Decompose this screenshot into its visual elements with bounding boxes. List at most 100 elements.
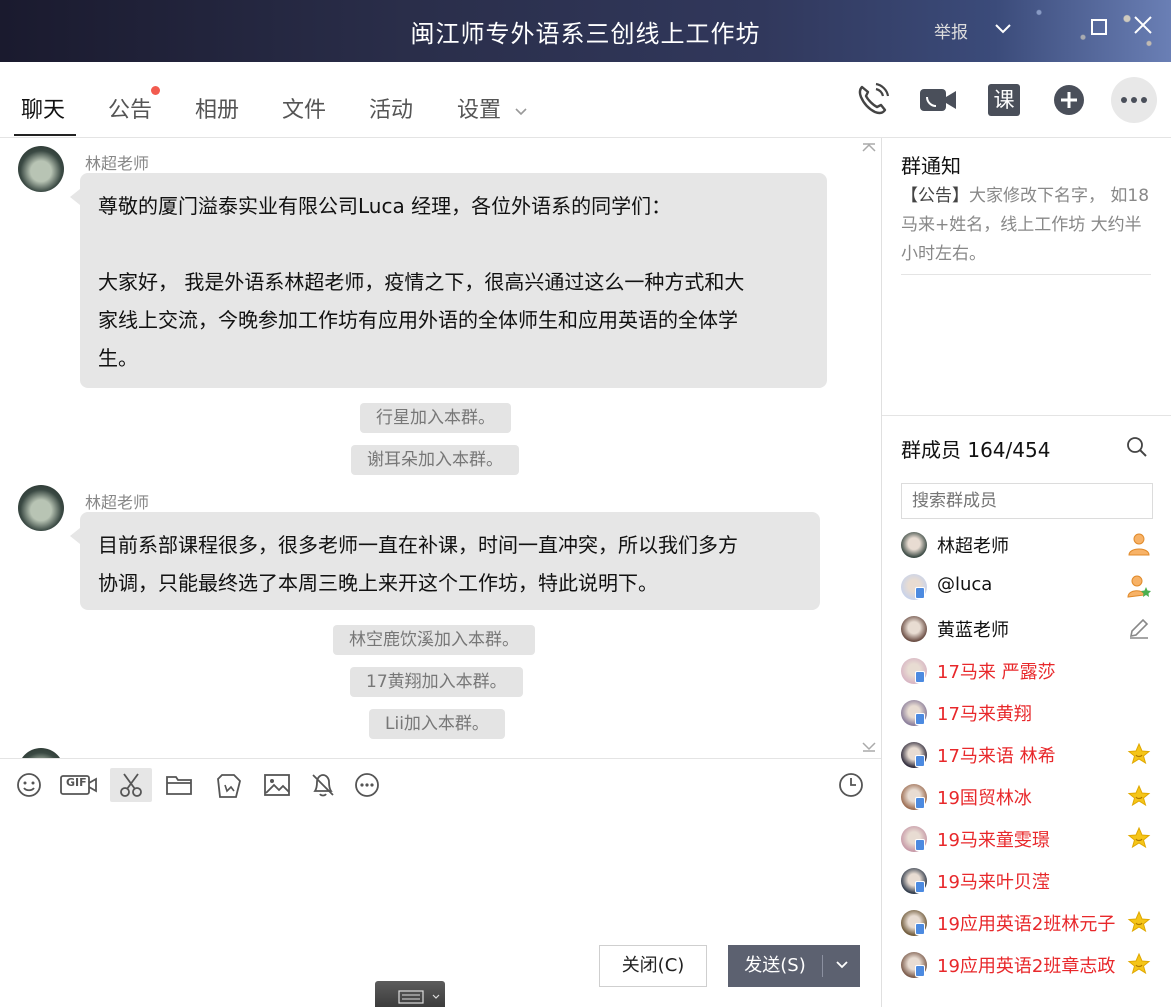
member-row[interactable]: @luca	[901, 572, 1157, 602]
notice-divider	[901, 274, 1151, 275]
avatar[interactable]	[18, 485, 64, 531]
member-row[interactable]: 19马来童雯璟	[901, 824, 1157, 854]
member-name: 林超老师	[937, 536, 1009, 557]
mobile-online-icon	[915, 923, 925, 935]
member-avatar[interactable]	[901, 532, 927, 558]
member-name: 19马来童雯璟	[937, 830, 1050, 851]
member-row[interactable]: 17马来黄翔	[901, 698, 1157, 728]
scroll-down-icon[interactable]	[862, 738, 876, 757]
emoji-icon[interactable]	[14, 768, 44, 802]
star-icon	[1125, 908, 1153, 936]
search-icon[interactable]	[1126, 436, 1148, 462]
member-row[interactable]: 17马来 严露莎	[901, 656, 1157, 686]
mobile-online-icon	[915, 671, 925, 683]
mobile-online-icon	[915, 881, 925, 893]
tab-activity[interactable]: 活动	[369, 92, 413, 124]
mobile-online-icon	[915, 713, 925, 725]
message-line	[98, 225, 809, 263]
chevron-down-icon[interactable]	[988, 14, 1018, 44]
image-edit-icon[interactable]	[213, 768, 245, 802]
close-window-icon[interactable]	[1128, 14, 1158, 44]
message-bubble[interactable]: 目前系部课程很多，很多老师一直在补课，时间一直冲突，所以我们多方 协调，只能最终…	[70, 512, 820, 610]
gif-icon[interactable]: GIF	[60, 768, 98, 802]
gif-label: GIF	[66, 776, 87, 789]
mobile-online-icon	[915, 755, 925, 767]
section-divider	[882, 415, 1171, 416]
mobile-online-icon	[915, 965, 925, 977]
member-name: 17马来 严露莎	[937, 662, 1056, 683]
tab-announcement[interactable]: 公告	[108, 92, 152, 124]
member-name: 19国贸林冰	[937, 788, 1032, 809]
chat-message-area[interactable]: 林超老师 尊敬的厦门溢泰实业有限公司Luca 经理，各位外语系的同学们： 大家好…	[0, 138, 881, 758]
screenshot-icon[interactable]	[110, 768, 152, 802]
group-notice-text[interactable]: 【公告】大家修改下名字， 如18马来+姓名，线上工作坊 大约半小时左右。	[901, 182, 1157, 269]
message-input[interactable]	[0, 810, 881, 935]
tab-settings[interactable]: 设置	[457, 92, 528, 124]
star-icon	[1125, 782, 1153, 810]
system-message: 行星加入本群。	[360, 403, 511, 433]
notification-dot	[151, 86, 160, 95]
member-name: 19应用英语2班林元子	[937, 914, 1116, 935]
member-row[interactable]: 黄蓝老师	[901, 614, 1157, 644]
video-call-icon[interactable]	[918, 80, 958, 120]
send-button-label: 发送(S)	[744, 955, 806, 976]
system-message: 谢耳朵加入本群。	[351, 445, 519, 475]
member-row[interactable]: 17马来语 林希	[901, 740, 1157, 770]
message-line: 协调，只能最终选了本周三晚上来开这个工作坊，特此说明下。	[98, 571, 658, 595]
tab-chat[interactable]: 聊天	[21, 92, 65, 124]
history-clock-icon[interactable]	[836, 768, 866, 802]
mobile-online-icon	[915, 587, 925, 599]
message-line: 尊敬的厦门溢泰实业有限公司Luca 经理，各位外语系的同学们：	[98, 194, 672, 218]
member-row[interactable]: 林超老师	[901, 530, 1157, 560]
keyboard-icon[interactable]	[375, 981, 445, 1007]
image-icon[interactable]	[262, 768, 292, 802]
lesson-icon[interactable]: 课	[984, 80, 1024, 120]
member-avatar[interactable]	[901, 616, 927, 642]
avatar[interactable]	[18, 748, 64, 758]
tab-album[interactable]: 相册	[195, 92, 239, 124]
sender-name: 林超老师	[85, 154, 150, 173]
member-name: 17马来语 林希	[937, 746, 1056, 767]
edit-icon	[1125, 614, 1153, 642]
avatar[interactable]	[18, 146, 64, 192]
tab-files[interactable]: 文件	[282, 92, 326, 124]
message-line: 家线上交流，今晚参加工作坊有应用外语的全体师生和应用英语的全体学	[98, 308, 738, 332]
members-title: 群成员 164/454	[901, 438, 1051, 462]
message-line: 大家好， 我是外语系林超老师，疫情之下，很高兴通过这么一种方式和大	[98, 270, 745, 294]
folder-icon[interactable]	[164, 768, 194, 802]
phone-call-icon[interactable]	[852, 80, 892, 120]
bell-off-icon[interactable]	[308, 768, 338, 802]
lesson-icon-label: 课	[988, 84, 1020, 116]
more-dots-icon[interactable]	[353, 768, 381, 802]
message-line: 生。	[98, 346, 138, 370]
active-tab-indicator	[14, 134, 76, 136]
member-row[interactable]: 19马来叶贝滢	[901, 866, 1157, 896]
member-row[interactable]: 19应用英语2班林元子	[901, 908, 1157, 938]
add-app-icon[interactable]	[1049, 80, 1089, 120]
more-icon[interactable]	[1111, 77, 1157, 123]
tab-settings-label: 设置	[457, 98, 502, 123]
title-bar: 闽江师专外语系三创线上工作坊 举报	[0, 0, 1171, 62]
send-options-chevron-icon[interactable]	[824, 945, 860, 987]
star-icon	[1125, 824, 1153, 852]
send-button[interactable]: 发送(S)	[728, 945, 860, 987]
notice-tag: 【公告】	[901, 186, 969, 206]
send-button-separator	[822, 955, 823, 977]
mobile-online-icon	[915, 839, 925, 851]
message-bubble[interactable]: 尊敬的厦门溢泰实业有限公司Luca 经理，各位外语系的同学们： 大家好， 我是外…	[70, 173, 827, 388]
member-search-input[interactable]	[901, 483, 1153, 519]
member-name: 17马来黄翔	[937, 704, 1032, 725]
member-name: 19应用英语2班章志政	[937, 956, 1116, 977]
close-button[interactable]: 关闭(C)	[599, 945, 707, 987]
system-message: 林空鹿饮溪加入本群。	[333, 625, 535, 655]
scroll-up-icon[interactable]	[862, 138, 876, 157]
system-message: 17黄翔加入本群。	[350, 667, 523, 697]
chevron-down-icon	[515, 108, 527, 116]
member-name: @luca	[937, 574, 993, 595]
report-button[interactable]: 举报	[934, 18, 968, 43]
maximize-icon[interactable]	[1084, 14, 1114, 44]
member-name: 黄蓝老师	[937, 620, 1009, 641]
member-row[interactable]: 19应用英语2班章志政	[901, 950, 1157, 980]
system-message: Lii加入本群。	[369, 709, 505, 739]
member-row[interactable]: 19国贸林冰	[901, 782, 1157, 812]
